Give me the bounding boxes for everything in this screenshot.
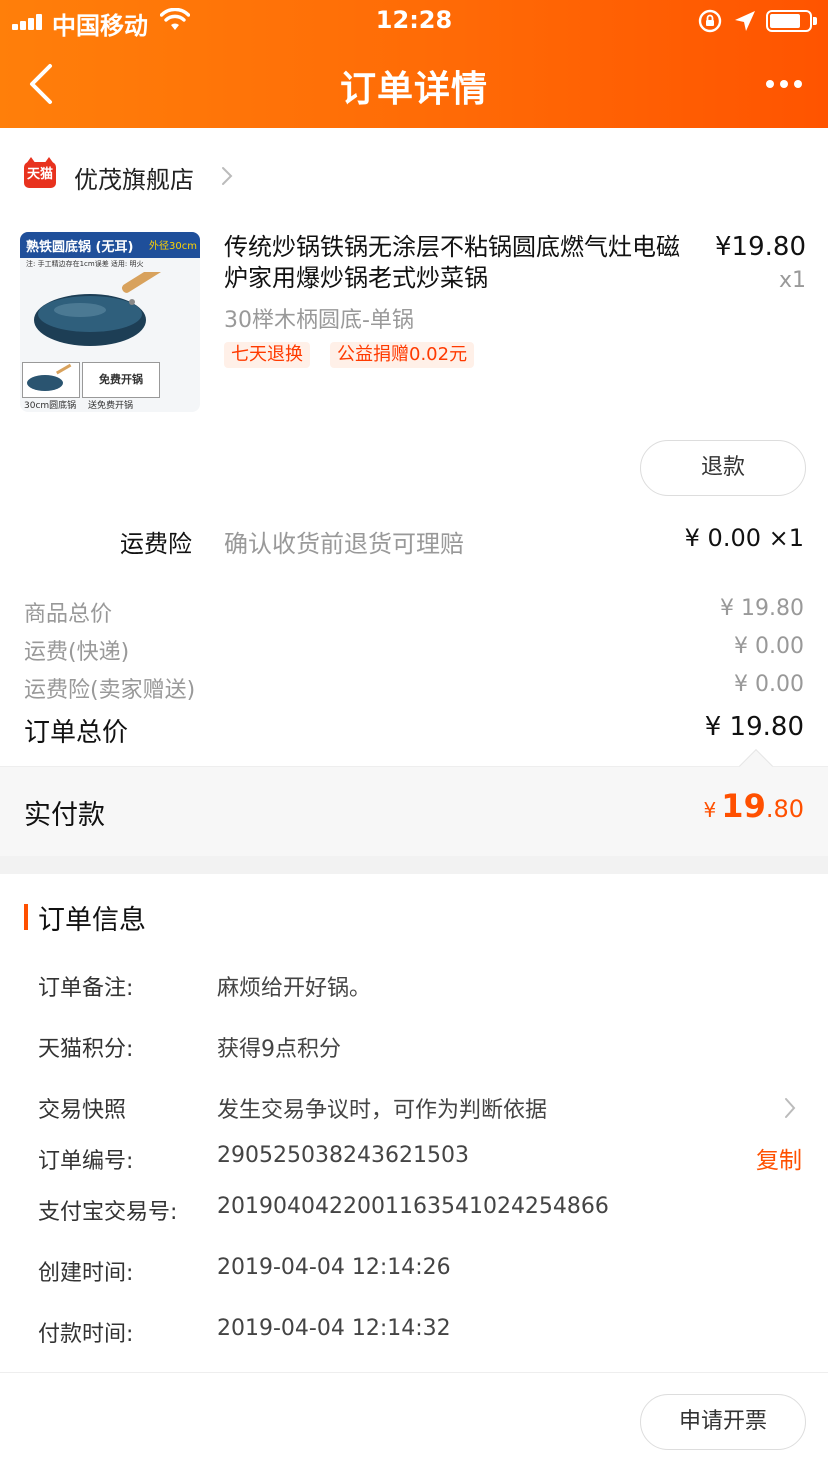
info-row-points: 天猫积分: 获得9点积分 (0, 1025, 828, 1065)
thumb-mini-pan (22, 362, 80, 398)
product-image[interactable]: 熟铁圆底锅 (无耳) 外径30cm 注: 手工精边存在1cm误差 适用: 明火 … (20, 232, 200, 412)
thumb-note: 注: 手工精边存在1cm误差 适用: 明火 (26, 260, 144, 268)
summary-row-shipping-insurance: 运费险(卖家赠送) ¥ 0.00 (0, 668, 828, 704)
shop-row[interactable]: 天猫 优茂旗舰店 (0, 150, 828, 202)
info-key: 付款时间: (38, 1322, 134, 1347)
info-key: 天猫积分: (38, 1037, 134, 1062)
info-key: 订单编号: (38, 1149, 134, 1174)
thumb-banner: 熟铁圆底锅 (无耳) 外径30cm (20, 232, 200, 258)
back-chevron-icon[interactable] (24, 62, 58, 106)
pointer-notch (739, 749, 773, 783)
order-total-label: 订单总价 (24, 718, 129, 748)
order-total-row: 订单总价 ¥ 19.80 (0, 706, 828, 750)
insurance-label: 运费险 (120, 530, 192, 558)
copy-button[interactable]: 复制 (756, 1141, 802, 1175)
refund-button[interactable]: 退款 (640, 440, 806, 496)
info-row-alipay-number: 支付宝交易号: 2019040422001163541024254866 (0, 1188, 828, 1228)
paid-currency: ¥ (703, 798, 717, 822)
paid-amount: ¥ 19.80 (703, 787, 804, 825)
section-divider (0, 856, 828, 874)
request-invoice-button[interactable]: 申请开票 (640, 1394, 806, 1450)
info-value: 发生交易争议时，可作为判断依据 (217, 1098, 548, 1123)
thumb-banner-size: 外径30cm (149, 241, 197, 252)
chevron-right-icon (222, 167, 233, 185)
rotation-lock-icon (698, 9, 722, 33)
page-title: 订单详情 (339, 69, 488, 110)
product-quantity: x1 (778, 268, 806, 293)
summary-label: 商品总价 (24, 602, 113, 627)
summary-value: ¥ 19.80 (720, 596, 804, 621)
thumb-banner-title: 熟铁圆底锅 (无耳) (26, 240, 134, 255)
info-key: 创建时间: (38, 1261, 134, 1286)
thumb-caption: 送免费开锅 (88, 401, 134, 411)
tmall-logo-icon: 天猫 (24, 157, 56, 188)
summary-row-goods-total: 商品总价 ¥ 19.80 (0, 592, 828, 628)
info-row-order-number: 订单编号: 290525038243621503 复制 (0, 1137, 828, 1177)
info-row-snapshot[interactable]: 交易快照 发生交易争议时，可作为判断依据 (0, 1086, 828, 1126)
info-value: 获得9点积分 (217, 1037, 341, 1062)
info-value: 麻烦给开好锅。 (217, 976, 372, 1001)
info-row-paid-time: 付款时间: 2019-04-04 12:14:32 (0, 1310, 828, 1350)
footer-divider (0, 1372, 828, 1373)
info-value: 2019-04-04 12:14:32 (217, 1316, 451, 1341)
summary-value: ¥ 0.00 (734, 672, 804, 697)
thumb-caption: 30cm圆底锅 (24, 401, 77, 411)
info-row-remark: 订单备注: 麻烦给开好锅。 (0, 964, 828, 1004)
battery-icon (766, 10, 817, 32)
header-bar: 中国移动 12:28 订单详情 (0, 0, 828, 128)
product-title[interactable]: 传统炒锅铁锅无涂层不粘锅圆底燃气灶电磁炉家用爆炒锅老式炒菜锅 (224, 232, 684, 294)
info-key: 订单备注: (38, 976, 134, 1001)
chevron-right-icon (785, 1098, 796, 1118)
product-spec: 30榉木柄圆底-单锅 (224, 308, 414, 333)
more-dots-icon[interactable] (762, 74, 806, 94)
summary-value: ¥ 0.00 (734, 634, 804, 659)
summary-label: 运费(快递) (24, 640, 130, 665)
info-value: 2019040422001163541024254866 (217, 1194, 609, 1219)
tag-seven-day-return: 七天退换 (224, 342, 310, 368)
thumb-free-seasoning: 免费开锅 (82, 362, 160, 398)
info-value: 2019-04-04 12:14:26 (217, 1255, 451, 1280)
location-arrow-icon (735, 11, 755, 31)
insurance-description: 确认收货前退货可理赔 (224, 530, 464, 558)
paid-label: 实付款 (24, 800, 105, 831)
section-accent-bar (24, 904, 28, 930)
info-value: 290525038243621503 (217, 1143, 469, 1168)
info-row-created-time: 创建时间: 2019-04-04 12:14:26 (0, 1249, 828, 1289)
summary-label: 运费险(卖家赠送) (24, 678, 196, 703)
info-key: 交易快照 (38, 1098, 127, 1123)
product-price: ¥19.80 (715, 232, 806, 262)
paid-amount-box: 实付款 ¥ 19.80 (0, 749, 828, 856)
order-total-value: ¥ 19.80 (704, 712, 804, 742)
insurance-price: ¥ 0.00 ×1 (684, 524, 804, 552)
paid-decimal: .80 (765, 795, 804, 823)
order-info-title: 订单信息 (38, 905, 146, 936)
wok-pan-icon (34, 272, 175, 346)
tag-charity-donation: 公益捐赠0.02元 (330, 342, 475, 368)
summary-row-shipping: 运费(快递) ¥ 0.00 (0, 630, 828, 666)
paid-integer: 19 (721, 787, 766, 825)
info-key: 支付宝交易号: (38, 1200, 178, 1225)
status-bar: 中国移动 12:28 (0, 0, 828, 42)
shop-name[interactable]: 优茂旗舰店 (74, 160, 194, 195)
